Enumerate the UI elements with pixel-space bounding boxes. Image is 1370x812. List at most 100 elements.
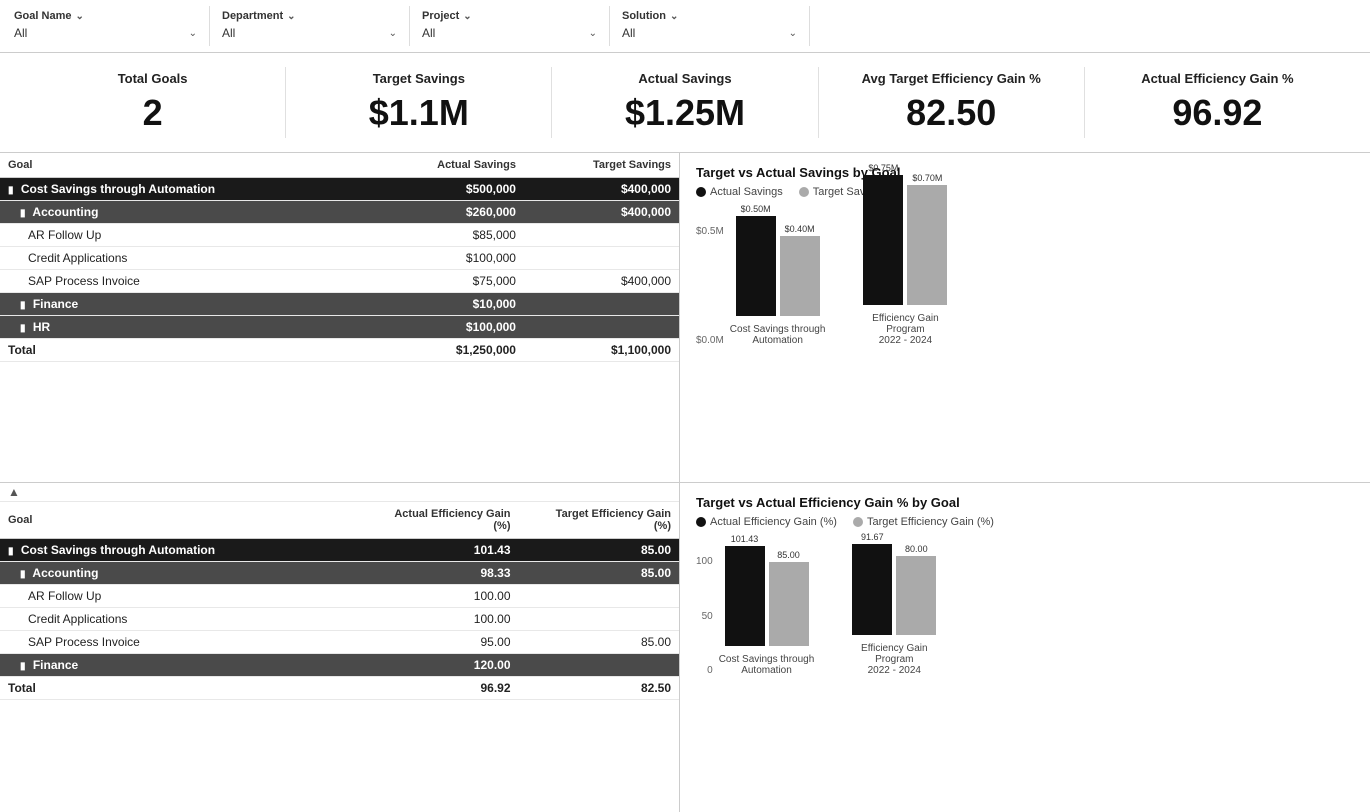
chevron-down-icon: ⌄ [789,28,797,39]
actual-savings: $100,000 [368,316,524,339]
filter-select[interactable]: All ⌄ [422,24,597,42]
row-name: AR Follow Up [0,224,368,247]
table-row: ▮ Cost Savings through Automation$500,00… [0,178,679,201]
row-name: Total [0,677,358,700]
kpi-label: Target Savings [373,71,465,86]
row-name: ▮ Accounting [0,562,358,585]
chevron-down-icon: ⌄ [670,11,678,22]
row-name: Credit Applications [0,247,368,270]
bar-x-label: Cost Savings throughAutomation [730,324,826,346]
table-row: Total96.9282.50 [0,677,679,700]
target-savings [524,247,679,270]
bar-pair: 101.43 85.00 [725,534,809,646]
target-savings: $400,000 [524,270,679,293]
bars-container: $0.50M $0.40M Cost Savings throughAutoma… [730,163,1354,346]
filter-label: Department ⌄ [222,10,397,22]
scroll-up-indicator[interactable]: ▲ [0,483,679,502]
y-axis: 100 50 0 [696,556,719,676]
table-row: ▮ Accounting98.3385.00 [0,562,679,585]
chevron-down-icon: ⌄ [389,28,397,39]
efficiency-chart-title: Target vs Actual Efficiency Gain % by Go… [696,495,1354,510]
actual-savings: $500,000 [368,178,524,201]
target-savings: $400,000 [524,201,679,224]
kpi-value: $1.1M [369,92,469,134]
chart2-legend-item-0: Actual Efficiency Gain (%) [696,516,837,528]
target-efficiency: 85.00 [519,631,680,654]
actual-savings: $75,000 [368,270,524,293]
kpi-label: Actual Savings [638,71,731,86]
row-name: ▮ Finance [0,654,358,677]
row-name: Total [0,339,368,362]
expand-icon[interactable]: ▮ [8,185,14,196]
row-name: SAP Process Invoice [0,631,358,654]
actual-efficiency: 98.33 [358,562,518,585]
filter-select[interactable]: All ⌄ [14,24,197,42]
bar-0: $0.50M [736,204,776,316]
row-name: ▮ HR [0,316,368,339]
kpi-total-goals: Total Goals 2 [20,67,286,138]
table-row: Credit Applications100.00 [0,608,679,631]
table-row: AR Follow Up$85,000 [0,224,679,247]
row-name: SAP Process Invoice [0,270,368,293]
efficiency-chart-legend: Actual Efficiency Gain (%)Target Efficie… [696,516,1354,528]
expand-icon[interactable]: ▮ [20,661,26,672]
main-content: GoalActual SavingsTarget Savings ▮ Cost … [0,153,1370,812]
kpi-value: 82.50 [906,92,996,134]
savings-table-container[interactable]: GoalActual SavingsTarget Savings ▮ Cost … [0,153,679,482]
filter-group-goal-name[interactable]: Goal Name ⌄ All ⌄ [10,6,210,46]
bar-0: 101.43 [725,534,765,646]
actual-efficiency: 120.00 [358,654,518,677]
kpi-target-savings: Target Savings $1.1M [286,67,552,138]
kpi-actual-savings: Actual Savings $1.25M [552,67,818,138]
bar-rect [907,185,947,305]
table-row: Total$1,250,000$1,100,000 [0,339,679,362]
bar-1: $0.70M [907,173,947,305]
table-row: SAP Process Invoice$75,000$400,000 [0,270,679,293]
row-name: AR Follow Up [0,585,358,608]
actual-savings: $100,000 [368,247,524,270]
filter-select[interactable]: All ⌄ [222,24,397,42]
bar-1: $0.40M [780,224,820,316]
bar-x-label: Cost Savings throughAutomation [719,654,815,676]
kpi-value: 96.92 [1172,92,1262,134]
target-efficiency [519,585,680,608]
row-name: ▮ Accounting [0,201,368,224]
bar-group-0: $0.50M $0.40M Cost Savings throughAutoma… [730,204,826,346]
actual-savings: $260,000 [368,201,524,224]
bar-group-1: $0.75M $0.70M Efficiency Gain Program202… [855,163,955,346]
filter-select[interactable]: All ⌄ [622,24,797,42]
table-row: ▮ Cost Savings through Automation101.438… [0,539,679,562]
y-label: 0 [707,665,713,676]
chevron-down-icon: ⌄ [463,11,471,22]
efficiency-table-container[interactable]: ▲GoalActual Efficiency Gain(%)Target Eff… [0,483,679,812]
bar-value-label: 80.00 [905,544,928,554]
y-label: $0.0M [696,335,724,346]
expand-icon[interactable]: ▮ [20,323,26,334]
expand-icon[interactable]: ▮ [20,300,26,311]
bar-group-0: 101.43 85.00 Cost Savings throughAutomat… [719,534,815,676]
bar-1: 80.00 [896,544,936,635]
actual-efficiency: 96.92 [358,677,518,700]
expand-icon[interactable]: ▮ [8,546,14,557]
efficiency-chart-area: 100 50 0 101.43 85.00 Cost Savings throu… [696,536,1354,676]
filter-group-project[interactable]: Project ⌄ All ⌄ [410,6,610,46]
actual-savings: $10,000 [368,293,524,316]
filter-group-department[interactable]: Department ⌄ All ⌄ [210,6,410,46]
row-name: Credit Applications [0,608,358,631]
bar-value-label: 85.00 [777,550,800,560]
efficiency-table-section: ▲GoalActual Efficiency Gain(%)Target Eff… [0,483,679,812]
actual-savings: $1,250,000 [368,339,524,362]
expand-icon[interactable]: ▮ [20,569,26,580]
kpi-value: 2 [143,92,163,134]
expand-icon[interactable]: ▮ [20,208,26,219]
bar-rect [769,562,809,646]
bar-1: 85.00 [769,550,809,646]
filter-group-solution[interactable]: Solution ⌄ All ⌄ [610,6,810,46]
kpi-actual-efficiency-gain-pct: Actual Efficiency Gain % 96.92 [1085,67,1350,138]
table-row: AR Follow Up100.00 [0,585,679,608]
bar-pair: $0.75M $0.70M [863,163,947,305]
actual-efficiency: 95.00 [358,631,518,654]
table-row: ▮ HR$100,000 [0,316,679,339]
table-row: ▮ Finance120.00 [0,654,679,677]
table-row: SAP Process Invoice95.0085.00 [0,631,679,654]
